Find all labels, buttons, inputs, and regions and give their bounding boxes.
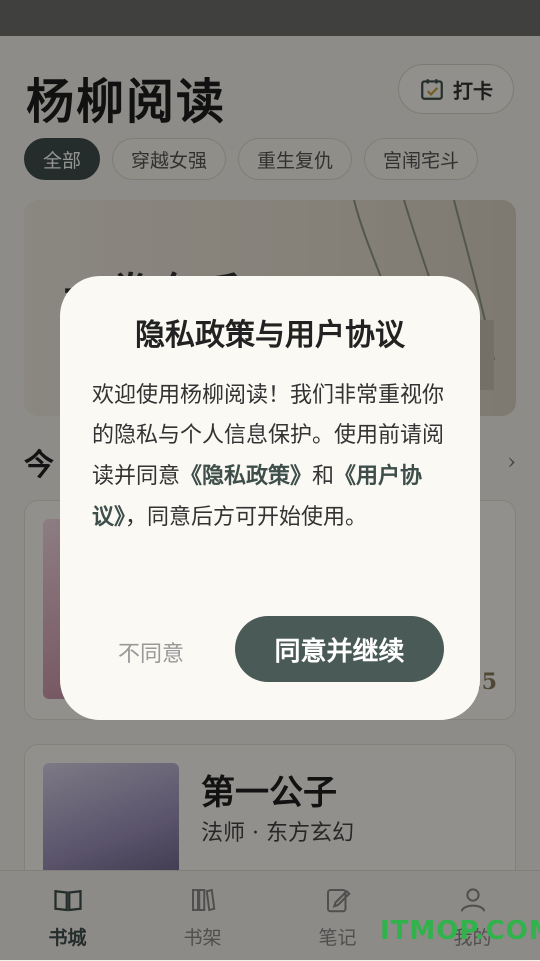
- privacy-dialog: 隐私政策与用户协议 欢迎使用杨柳阅读！我们非常重视你的隐私与个人信息保护。使用前…: [60, 276, 480, 720]
- watermark: ITMOP.COM: [380, 916, 540, 946]
- privacy-policy-link[interactable]: 《隐私政策》: [180, 463, 312, 489]
- dialog-text: 和: [312, 464, 335, 489]
- dialog-title: 隐私政策与用户协议: [135, 318, 405, 353]
- dialog-body: 欢迎使用杨柳阅读！我们非常重视你的隐私与个人信息保护。使用前请阅读并同意《隐私政…: [92, 376, 452, 538]
- dialog-text: ，同意后方可开始使用。: [125, 505, 368, 530]
- agree-continue-button[interactable]: 同意并继续: [235, 616, 444, 682]
- disagree-button[interactable]: 不同意: [106, 630, 196, 674]
